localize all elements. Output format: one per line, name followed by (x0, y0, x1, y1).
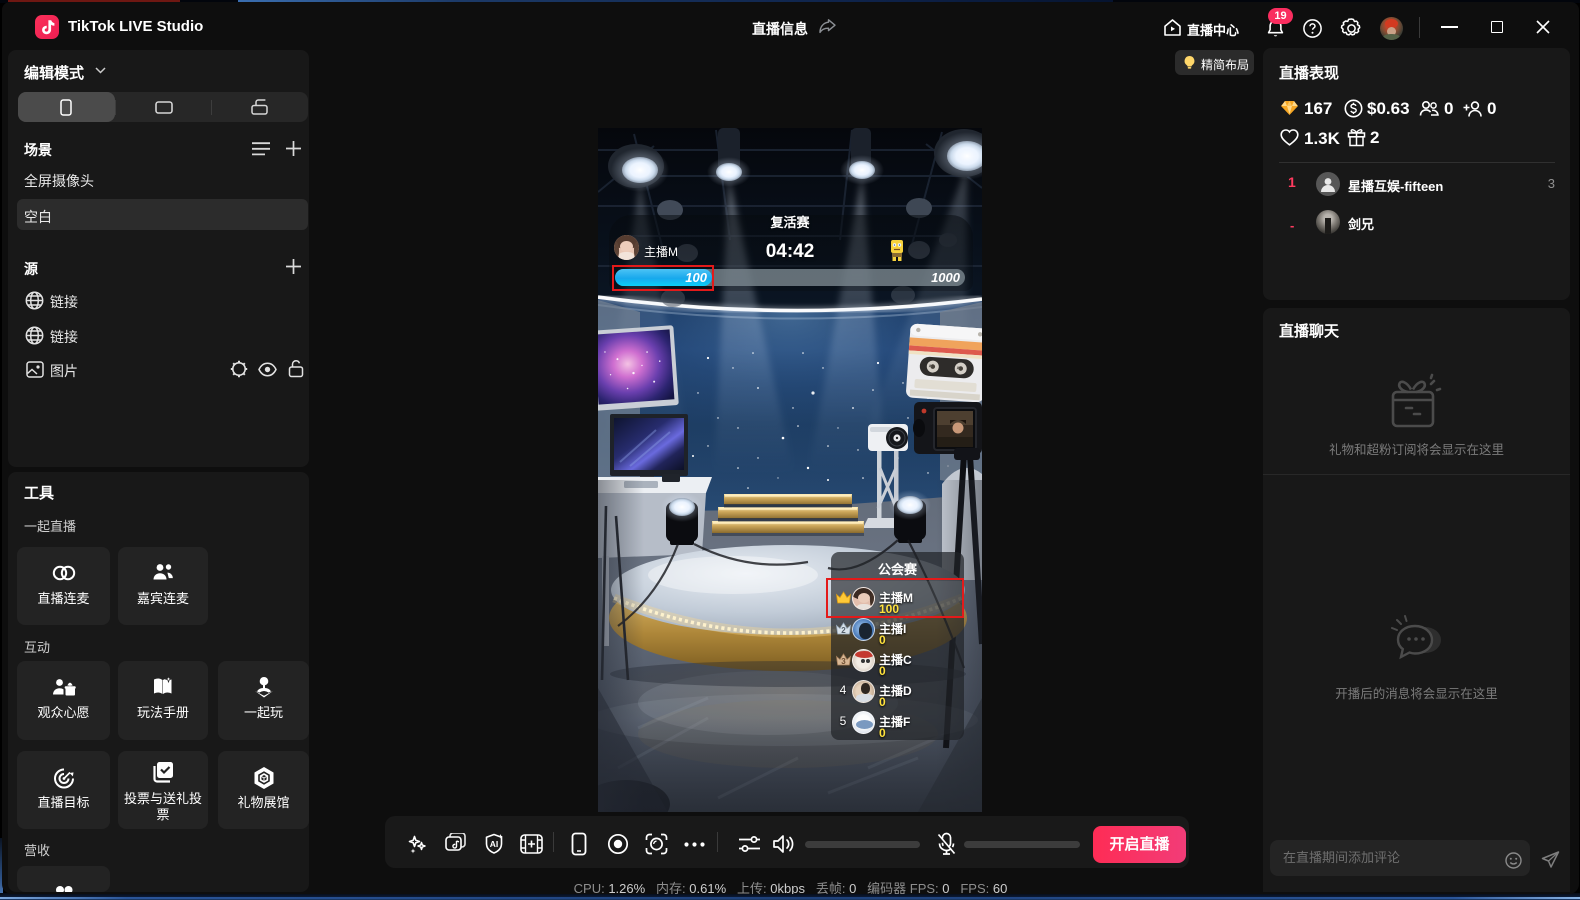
svg-text:AI: AI (490, 839, 499, 849)
svg-text:2: 2 (841, 626, 846, 635)
svg-text:3: 3 (841, 657, 846, 666)
